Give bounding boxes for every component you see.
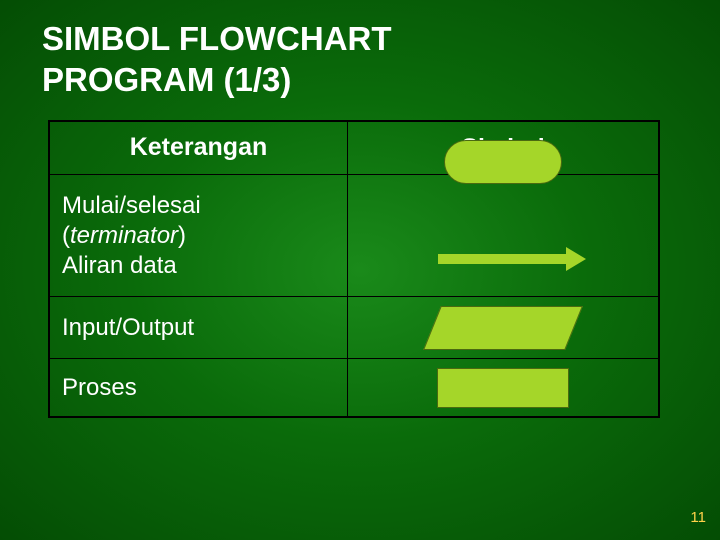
desc-io: Input/Output (50, 297, 348, 358)
sym-proses (348, 359, 658, 416)
title-line-2: PROGRAM (1/3) (42, 61, 291, 98)
symbol-table: Keterangan Simbol Mulai/selesai (termina… (48, 120, 660, 418)
header-keterangan: Keterangan (50, 122, 348, 174)
page-number: 11 (690, 509, 706, 526)
table-row: Proses (50, 358, 658, 416)
arrow-shape-icon (438, 254, 568, 264)
rectangle-shape-icon (437, 368, 569, 408)
parallelogram-shape-icon (423, 306, 583, 350)
sym-io (348, 297, 658, 358)
table-header-row: Keterangan Simbol (50, 122, 658, 174)
sym-terminator-aliran (348, 175, 658, 296)
desc-terminator-aliran: Mulai/selesai (terminator) Aliran data (50, 175, 348, 296)
slide-title: SIMBOL FLOWCHART PROGRAM (1/3) (42, 18, 392, 101)
table-row: Mulai/selesai (terminator) Aliran data (50, 174, 658, 296)
terminator-shape-icon (444, 140, 562, 184)
desc-proses: Proses (50, 359, 348, 416)
table-row: Input/Output (50, 296, 658, 358)
title-line-1: SIMBOL FLOWCHART (42, 20, 392, 57)
